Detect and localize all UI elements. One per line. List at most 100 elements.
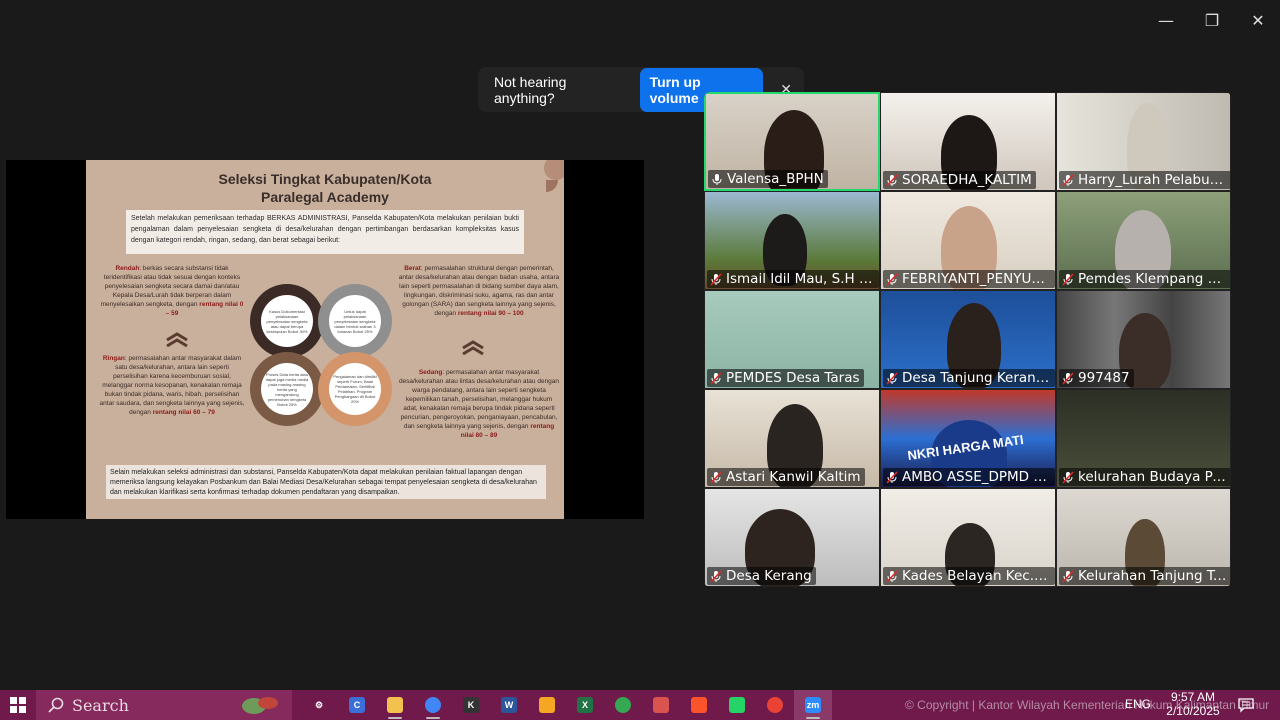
file-explorer-icon <box>387 697 403 713</box>
participant-tile[interactable]: Valensa_BPHN <box>704 92 880 191</box>
mic-muted-icon <box>886 272 898 286</box>
participant-name: FEBRIYANTI_PENYUL... <box>902 271 1051 287</box>
participant-label: Kades Belayan Kec.Ma... <box>883 567 1055 585</box>
berat-block: Berat: permasalahan struktural dengan pe… <box>398 264 560 318</box>
participant-label: SORAEDHA_KALTIM <box>883 171 1036 189</box>
taskbar-app-button[interactable] <box>756 690 794 720</box>
participant-tile[interactable]: Astari Kanwil Kaltim <box>704 389 880 488</box>
taskbar-app-button[interactable] <box>718 690 756 720</box>
participant-label: AMBO ASSE_DPMD N... <box>883 468 1055 486</box>
excel-icon: X <box>577 697 593 713</box>
participant-label: 997487 <box>1059 369 1134 387</box>
mic-muted-icon <box>710 371 722 385</box>
mic-muted-icon <box>710 272 722 286</box>
mic-muted-icon <box>1062 569 1074 583</box>
berat-label: Berat <box>404 265 421 272</box>
window-controls: — ❐ ✕ <box>1154 8 1270 32</box>
presentation-slide: Seleksi Tingkat Kabupaten/Kota Paralegal… <box>86 160 564 519</box>
chrome-alt-icon <box>767 697 783 713</box>
taskbar-app-button[interactable]: X <box>566 690 604 720</box>
clock-time: 9:57 AM <box>1170 690 1216 704</box>
criteria-circle-4-text: Pengalaman dan dimiliki seperti Forum, B… <box>329 363 381 415</box>
taskbar-app-button[interactable] <box>414 690 452 720</box>
taskbar-apps: ⚙ C K W Xzm <box>300 690 832 720</box>
system-clock[interactable]: 9:57 AM 2/10/2025 <box>1162 690 1224 718</box>
minimize-icon[interactable]: — <box>1154 8 1178 32</box>
notification-center-icon[interactable] <box>1238 697 1254 713</box>
mic-muted-icon <box>1062 371 1074 385</box>
criteria-circle-2-text: Untuk dapat pelaksanaan penyelesaian sen… <box>329 295 381 347</box>
participant-name: kelurahan Budaya Pa... <box>1078 469 1227 485</box>
participant-label: Kelurahan Tanjung Te... <box>1059 567 1230 585</box>
participant-label: Desa Kerang <box>707 567 816 585</box>
taskbar-app-button[interactable] <box>528 690 566 720</box>
chevron-up-icon <box>166 332 188 348</box>
search-placeholder: Search <box>72 695 129 715</box>
participant-name: PEMDES Desa Taras <box>726 370 860 386</box>
criteria-circle-3-text: Proses Data berita atau dapat juga media… <box>261 363 313 415</box>
taskbar-app-button[interactable]: C <box>338 690 376 720</box>
participant-tile[interactable]: Desa Tanjung Keranja... <box>880 290 1056 389</box>
taskbar-search[interactable]: Search <box>36 690 292 720</box>
taskbar-app-button[interactable]: K <box>452 690 490 720</box>
notification-message: Not hearing anything? <box>494 73 567 106</box>
participant-name: Kades Belayan Kec.Ma... <box>902 568 1051 584</box>
participant-name: Desa Kerang <box>726 568 812 584</box>
clock-date: 2/10/2025 <box>1166 704 1220 718</box>
mic-muted-icon <box>710 470 722 484</box>
participant-name: SORAEDHA_KALTIM <box>902 172 1032 188</box>
taskbar-app-button[interactable] <box>376 690 414 720</box>
participant-tile[interactable]: FEBRIYANTI_PENYUL... <box>880 191 1056 290</box>
chevron-up-icon-right <box>462 340 484 356</box>
sedang-block: Sedang: permasalahan antar masyarakat de… <box>398 368 560 440</box>
language-indicator[interactable]: ENG <box>1125 697 1151 711</box>
slide-title: Seleksi Tingkat Kabupaten/Kota Paralegal… <box>86 170 564 206</box>
participant-label: PEMDES Desa Taras <box>707 369 864 387</box>
shared-screen[interactable]: Seleksi Tingkat Kabupaten/Kota Paralegal… <box>6 160 644 519</box>
windows-taskbar: Search ⚙ C K W Xzm © Copyright | Kantor Wila… <box>0 690 1280 720</box>
mic-muted-icon <box>1062 470 1074 484</box>
chrome-icon <box>425 697 441 713</box>
restore-icon[interactable]: ❐ <box>1200 8 1224 32</box>
participant-tile[interactable]: Harry_Lurah Pelabuhan <box>1056 92 1231 191</box>
participant-tile[interactable]: Kades Belayan Kec.Ma... <box>880 488 1056 587</box>
copilot-icon: C <box>349 697 365 713</box>
participant-name: Valensa_BPHN <box>727 171 824 187</box>
settings-icon: ⚙ <box>311 697 327 713</box>
participant-tile[interactable]: kelurahan Budaya Pa... <box>1056 389 1231 488</box>
mic-muted-icon <box>886 470 898 484</box>
participant-tile[interactable]: Ismail Idil Mau, S.H B... <box>704 191 880 290</box>
rendah-block: Rendah: berkas secara substansi tidak te… <box>98 264 246 318</box>
chrome-profile-icon <box>615 697 631 713</box>
berat-range: rentang nilai 90 – 100 <box>457 310 524 317</box>
participant-name: Ismail Idil Mau, S.H B... <box>726 271 875 287</box>
participant-name: AMBO ASSE_DPMD N... <box>902 469 1051 485</box>
taskbar-app-button[interactable]: zm <box>794 690 832 720</box>
close-icon[interactable]: ✕ <box>1246 8 1270 32</box>
participant-label: Desa Tanjung Keranja... <box>883 369 1055 387</box>
participant-tile[interactable]: 997487 <box>1056 290 1231 389</box>
mic-muted-icon <box>1062 173 1074 187</box>
ringan-range: rentang nilai 60 – 79 <box>152 409 215 416</box>
participant-name: Kelurahan Tanjung Te... <box>1078 568 1227 584</box>
criteria-circle-1-text: Kasus Dokumentasi pelaksanaan penyelesai… <box>261 295 313 347</box>
slide-intro: Setelah melakukan pemeriksaan terhadap B… <box>126 210 524 254</box>
participant-tile[interactable]: Pemdes Klempang Sari <box>1056 191 1231 290</box>
search-highlight-image <box>242 697 278 714</box>
taskbar-app-button[interactable] <box>604 690 642 720</box>
mic-on-icon <box>712 173 722 185</box>
mic-muted-icon <box>886 371 898 385</box>
rendah-label: Rendah <box>115 265 140 272</box>
taskbar-app-button[interactable] <box>642 690 680 720</box>
orange-app-icon <box>539 697 555 713</box>
participant-tile[interactable]: PEMDES Desa Taras <box>704 290 880 389</box>
participant-tile[interactable]: Desa Kerang <box>704 488 880 587</box>
sedang-label: Sedang <box>418 369 443 376</box>
taskbar-app-button[interactable]: W <box>490 690 528 720</box>
taskbar-app-button[interactable] <box>680 690 718 720</box>
participant-tile[interactable]: Kelurahan Tanjung Te... <box>1056 488 1231 587</box>
participant-tile[interactable]: SORAEDHA_KALTIM <box>880 92 1056 191</box>
start-button[interactable] <box>0 690 36 720</box>
taskbar-app-button[interactable]: ⚙ <box>300 690 338 720</box>
participant-tile[interactable]: NKRI HARGA MATI AMBO ASSE_DPMD N... <box>880 389 1056 488</box>
